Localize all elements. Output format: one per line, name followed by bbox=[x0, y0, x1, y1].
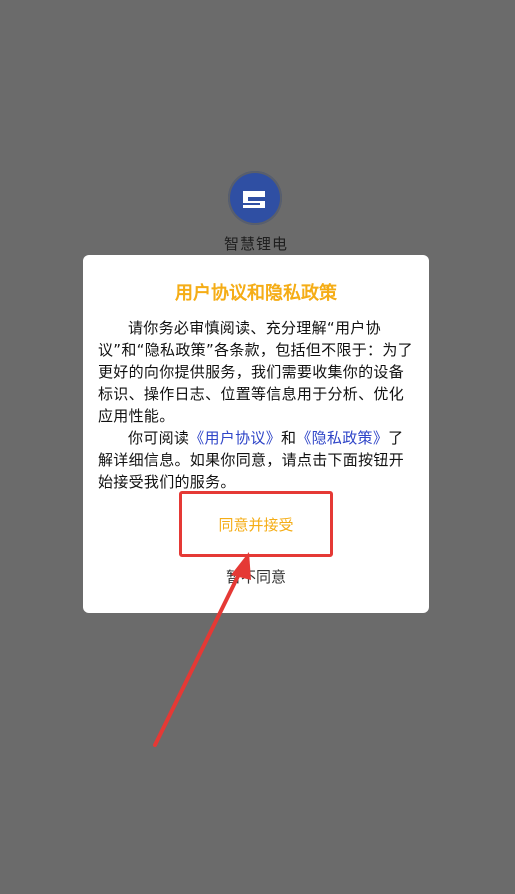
para2-and: 和 bbox=[281, 429, 297, 447]
dialog-paragraph-1: 请你务必审慎阅读、充分理解“用户协议”和“隐私政策”各条款，包括但不限于：为了更… bbox=[98, 319, 413, 425]
dialog-title: 用户协议和隐私政策 bbox=[175, 283, 337, 304]
dialog-body: 请你务必审慎阅读、充分理解“用户协议”和“隐私政策”各条款，包括但不限于：为了更… bbox=[98, 317, 414, 493]
app-logo-icon bbox=[228, 171, 282, 225]
user-agreement-link[interactable]: 《用户协议》 bbox=[189, 429, 281, 447]
s-logo-icon bbox=[243, 191, 265, 208]
app-name: 智慧锂电 bbox=[224, 235, 289, 253]
privacy-dialog: 用户协议和隐私政策 请你务必审慎阅读、充分理解“用户协议”和“隐私政策”各条款，… bbox=[83, 255, 429, 613]
privacy-policy-link[interactable]: 《隐私政策》 bbox=[296, 429, 388, 447]
red-highlight-box: 同意并接受 bbox=[179, 491, 333, 557]
decline-button[interactable]: 暂不同意 bbox=[83, 565, 429, 588]
dialog-paragraph-2: 你可阅读《用户协议》和《隐私政策》了解详细信息。如果你同意，请点击下面按钮开始接… bbox=[98, 427, 414, 493]
para2-prefix: 你可阅读 bbox=[128, 429, 190, 447]
accept-button[interactable]: 同意并接受 bbox=[212, 513, 299, 536]
